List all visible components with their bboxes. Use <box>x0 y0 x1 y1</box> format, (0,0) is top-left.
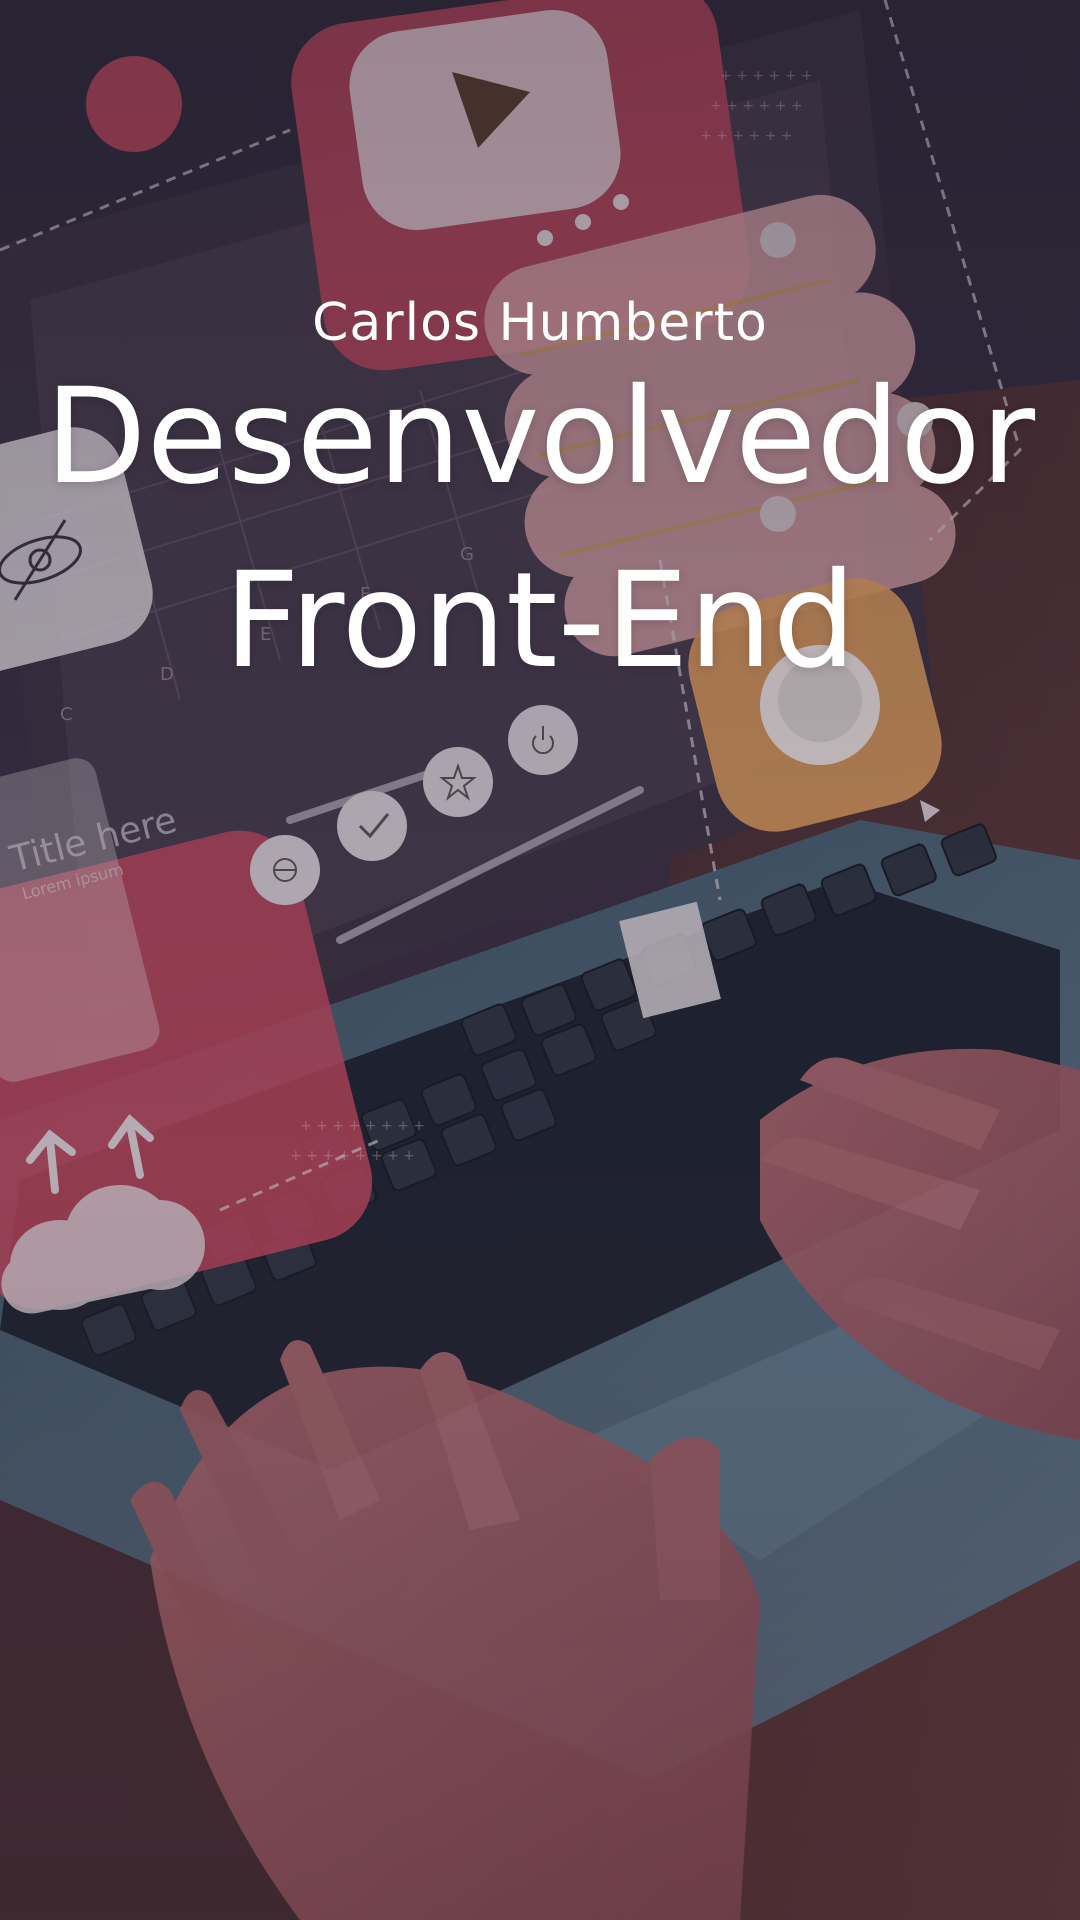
title-line-2: Front-End <box>223 544 857 698</box>
title-line-1: Desenvolvedor <box>44 360 1036 514</box>
author-name: Carlos Humberto <box>312 293 768 353</box>
